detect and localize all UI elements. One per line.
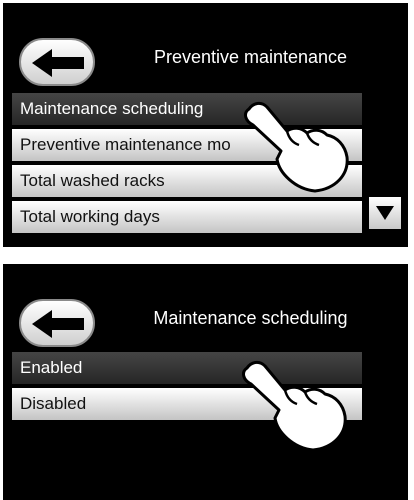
- back-button[interactable]: [19, 299, 95, 347]
- left-arrow-icon: [32, 310, 84, 338]
- back-button[interactable]: [19, 38, 95, 86]
- scroll-down-button[interactable]: [369, 197, 401, 229]
- menu-item-total-working-days[interactable]: Total working days: [12, 201, 362, 233]
- page-title: Preventive maintenance: [153, 47, 348, 67]
- left-arrow-icon: [32, 49, 84, 77]
- screen-maintenance-scheduling: Maintenance scheduling Enabled Disabled: [3, 264, 408, 500]
- pointing-hand-icon: [242, 360, 347, 452]
- page-title: Maintenance scheduling: [153, 308, 348, 328]
- pointing-hand-icon: [244, 101, 349, 193]
- screen-preventive-maintenance: Preventive maintenance Maintenance sched…: [3, 3, 408, 247]
- down-triangle-icon: [376, 206, 394, 220]
